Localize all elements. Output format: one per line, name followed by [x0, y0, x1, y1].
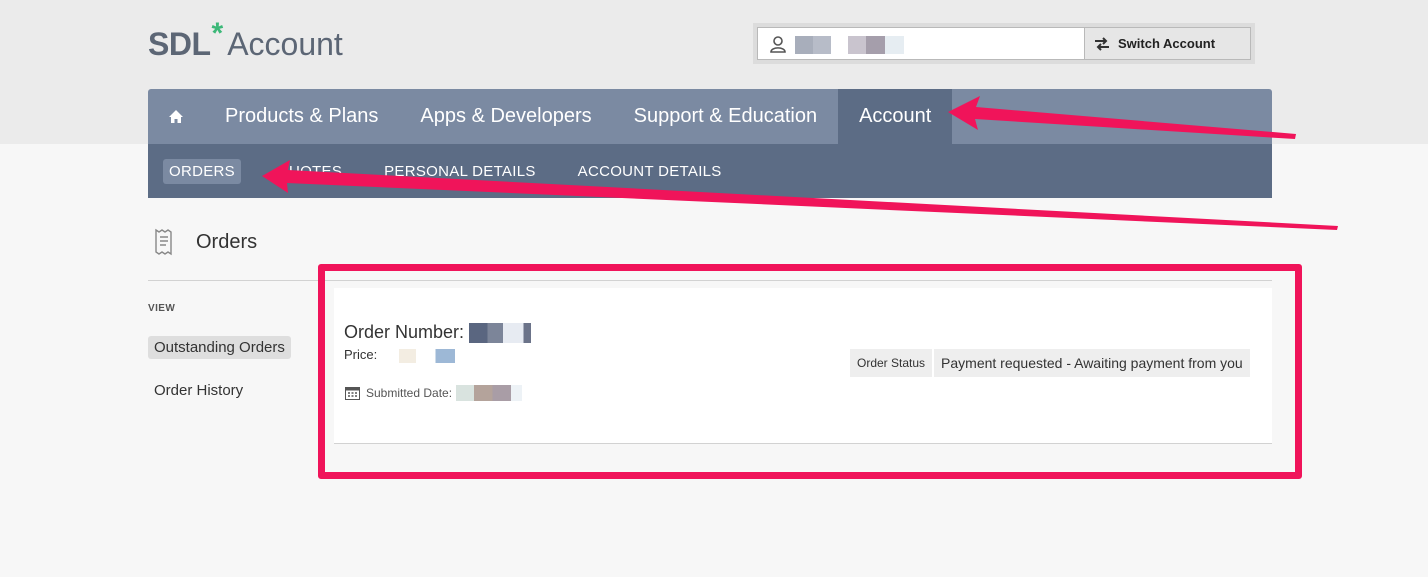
price-label: Price:	[344, 347, 378, 362]
nav-account[interactable]: Account	[838, 89, 953, 144]
redacted-date	[456, 385, 523, 401]
redacted-price	[398, 348, 455, 363]
redacted-order-number	[469, 323, 532, 344]
order-number-label: Order Number:	[344, 322, 465, 342]
switch-account-label: Switch Account	[1118, 36, 1216, 51]
logo-brand: SDL	[148, 26, 211, 62]
order-status-value: Payment requested - Awaiting payment fro…	[934, 349, 1250, 377]
redacted-account-name	[795, 36, 831, 54]
order-number: Order Number:	[344, 322, 532, 344]
sub-navigation: ORDERS QUOTES PERSONAL DETAILS ACCOUNT D…	[148, 144, 1272, 198]
redacted-account-name-2	[848, 36, 904, 54]
sidebar-item-order-history[interactable]: Order History	[148, 379, 249, 402]
account-switcher: Switch Account	[753, 23, 1255, 64]
title-divider	[148, 280, 1272, 281]
account-selector-field[interactable]	[757, 27, 1085, 60]
logo-star: *	[211, 17, 224, 50]
submitted-date: Submitted Date:	[345, 385, 523, 401]
receipt-icon	[155, 228, 172, 256]
calendar-icon	[345, 386, 360, 400]
order-card: Order Number: Price: Submitted Date: Ord…	[334, 288, 1272, 444]
switch-account-button[interactable]: Switch Account	[1085, 27, 1251, 60]
home-icon	[169, 110, 183, 123]
submitted-date-label: Submitted Date:	[366, 386, 453, 400]
sidebar-item-outstanding-orders[interactable]: Outstanding Orders	[148, 336, 291, 359]
order-status-label: Order Status	[850, 349, 933, 377]
nav-support-education[interactable]: Support & Education	[613, 89, 838, 144]
subnav-account-details[interactable]: ACCOUNT DETAILS	[578, 163, 722, 180]
logo-product: Account	[227, 26, 343, 62]
order-price: Price:	[344, 347, 455, 363]
view-section-label: VIEW	[148, 303, 176, 314]
page-title: Orders	[152, 228, 257, 256]
nav-home[interactable]	[148, 89, 204, 144]
nav-products-plans[interactable]: Products & Plans	[204, 89, 399, 144]
page-title-text: Orders	[196, 230, 258, 253]
order-status: Order Status Payment requested - Awaitin…	[850, 349, 1250, 377]
sdl-account-logo[interactable]: SDL * Account	[148, 17, 343, 66]
subnav-quotes[interactable]: QUOTES	[277, 163, 342, 180]
user-icon	[770, 36, 786, 53]
subnav-orders[interactable]: ORDERS	[163, 158, 241, 184]
nav-apps-developers[interactable]: Apps & Developers	[399, 89, 612, 144]
swap-arrows-icon	[1095, 36, 1109, 51]
subnav-personal-details[interactable]: PERSONAL DETAILS	[384, 163, 536, 180]
main-navigation: Products & Plans Apps & Developers Suppo…	[148, 89, 1272, 144]
